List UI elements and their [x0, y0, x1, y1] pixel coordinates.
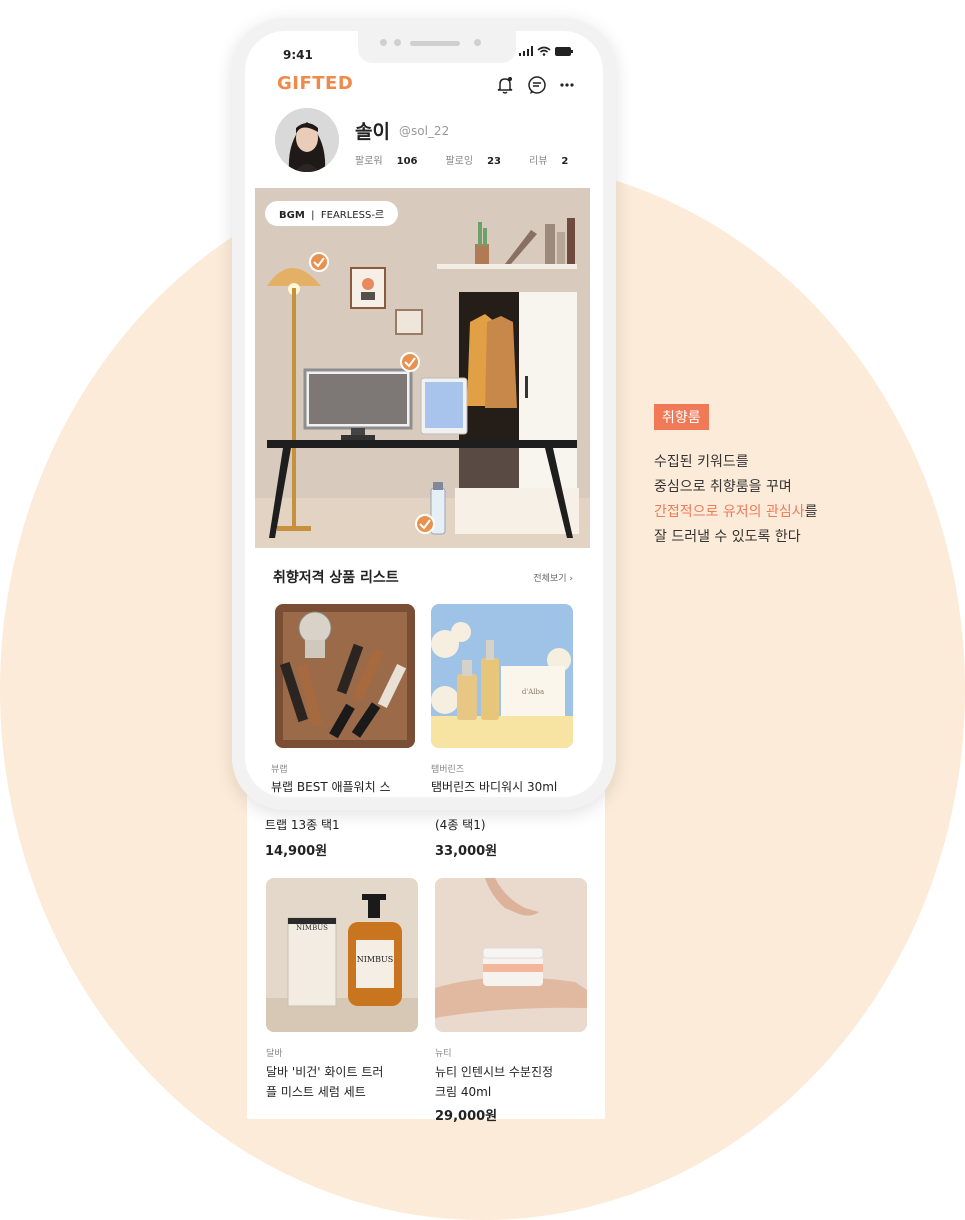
- profile-name: 솔이: [355, 121, 390, 143]
- product-brand-3: 달바: [266, 1049, 283, 1059]
- chat-icon[interactable]: [527, 75, 547, 95]
- product-name-1-line2: 트랩 13종 택1: [265, 818, 340, 832]
- scrolled-content: 트랩 13종 택1 14,900원 (4종 택1) 33,000원 NIMBUS…: [247, 770, 605, 1124]
- status-time: 9:41: [283, 48, 313, 62]
- product-price-2: 33,000원: [435, 844, 498, 859]
- product-image-3[interactable]: NIMBUS NIMBUS: [266, 878, 418, 1032]
- profile-stats: 팔로워 106 팔로잉 23 리뷰 2: [355, 152, 568, 167]
- more-icon[interactable]: [559, 75, 575, 95]
- notification-bell-icon[interactable]: [495, 75, 515, 95]
- phone-screen: 9:41 GIFTED 솔이 @sol_22 팔로워 106 팔로잉 23 리뷰…: [245, 31, 603, 797]
- svg-text:NIMBUS: NIMBUS: [296, 924, 328, 932]
- feature-tag: 취향룸: [654, 404, 709, 430]
- profile-avatar[interactable]: [275, 108, 339, 172]
- followers-stat[interactable]: 팔로워 106: [355, 152, 417, 167]
- feature-description: 취향룸 수집된 키워드를 중심으로 취향룸을 꾸며 간접적으로 유저의 관심사를…: [654, 404, 914, 550]
- product-name-2-line1[interactable]: 탬버린즈 바디워시 30ml: [431, 778, 557, 795]
- product-image-4[interactable]: [435, 878, 587, 1032]
- wifi-icon: [537, 46, 551, 56]
- product-price-4: 29,000원: [435, 1109, 498, 1124]
- header-actions: [495, 75, 575, 95]
- product-name-3-line2: 플 미스트 세럼 세트: [266, 1085, 366, 1099]
- status-icons: [519, 46, 573, 56]
- see-all-link[interactable]: 전체보기 ›: [533, 571, 573, 584]
- product-price-1: 14,900원: [265, 844, 328, 859]
- signal-icon: [519, 46, 533, 56]
- product-name-1-line1[interactable]: 뷰랩 BEST 애플워치 스: [271, 778, 391, 795]
- chevron-right-icon: ›: [569, 574, 573, 584]
- reviews-stat[interactable]: 리뷰 2: [529, 152, 568, 167]
- svg-text:d'Alba: d'Alba: [522, 688, 544, 696]
- product-list-title: 취향저격 상품 리스트: [273, 570, 399, 586]
- app-logo[interactable]: GIFTED: [277, 73, 353, 94]
- bgm-chip[interactable]: BGM | FEARLESS-르: [265, 201, 399, 226]
- battery-icon: [555, 46, 573, 56]
- taste-room-illustration[interactable]: BGM | FEARLESS-르: [255, 188, 590, 548]
- product-brand-2: 탬버린즈: [431, 765, 465, 775]
- product-image-2[interactable]: d'Alba: [431, 604, 573, 748]
- product-name-4-line1[interactable]: 뉴티 인텐시브 수분진정: [435, 1063, 553, 1080]
- product-name-4-line2: 크림 40ml: [435, 1085, 492, 1099]
- phone-frame: 9:41 GIFTED 솔이 @sol_22 팔로워 106 팔로잉 23 리뷰…: [232, 18, 616, 810]
- phone-notch: [358, 31, 516, 63]
- profile-handle: @sol_22: [399, 124, 450, 138]
- feature-text: 수집된 키워드를 중심으로 취향룸을 꾸며 간접적으로 유저의 관심사를 잘 드…: [654, 454, 818, 545]
- product-name-3-line1[interactable]: 달바 '비건' 화이트 트러: [266, 1063, 383, 1080]
- product-brand-1: 뷰랩: [271, 765, 288, 775]
- product-brand-4: 뉴티: [435, 1049, 452, 1059]
- product-image-1[interactable]: [275, 604, 415, 748]
- svg-text:NIMBUS: NIMBUS: [357, 955, 393, 964]
- following-stat[interactable]: 팔로잉 23: [445, 152, 501, 167]
- product-name-2-line2: (4종 택1): [435, 818, 486, 832]
- feature-highlight: 간접적으로 유저의 관심사: [654, 504, 805, 520]
